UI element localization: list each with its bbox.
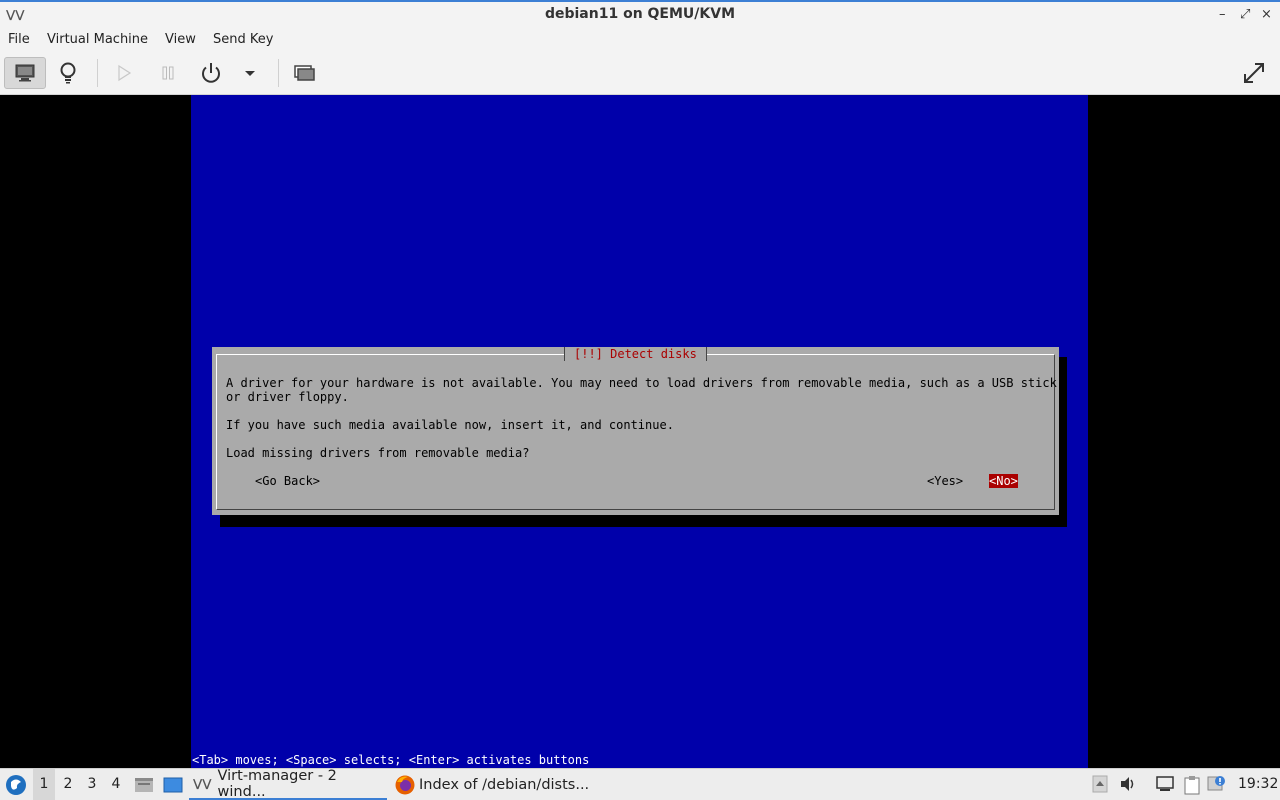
shutdown-button[interactable] <box>196 57 226 89</box>
workspace-2[interactable]: 2 <box>57 769 79 800</box>
show-desktop-button[interactable] <box>161 769 185 800</box>
menu-file[interactable]: File <box>8 32 30 47</box>
clipboard-icon <box>1184 776 1200 795</box>
task-virt-manager[interactable]: ⋁⋁ Virt-manager - 2 wind... <box>189 767 387 800</box>
no-button[interactable]: <No> <box>989 474 1018 488</box>
toolbar-separator <box>97 59 98 87</box>
pause-button[interactable] <box>154 57 182 89</box>
menu-view[interactable]: View <box>165 32 196 47</box>
keyboard-hint: <Tab> moves; <Space> selects; <Enter> ac… <box>192 753 590 767</box>
console-view-button[interactable] <box>4 57 46 89</box>
detect-disks-dialog: [!!] Detect disks A driver for your hard… <box>212 347 1064 515</box>
desktop-icon <box>163 777 183 792</box>
updates-button[interactable] <box>1207 775 1227 797</box>
volume-button[interactable] <box>1119 775 1137 797</box>
firefox-icon <box>395 775 415 794</box>
snapshots-icon <box>294 65 315 81</box>
dialog-text-line: A driver for your hardware is not availa… <box>226 376 1065 390</box>
task-firefox[interactable]: Index of /debian/dists... <box>392 769 592 800</box>
play-icon <box>118 64 132 82</box>
go-back-button[interactable]: <Go Back> <box>255 474 320 488</box>
task-label: Virt-manager - 2 wind... <box>217 767 337 800</box>
taskbar: 1 2 3 4 ⋁⋁ Virt-manager - 2 wind... Inde… <box>0 768 1280 800</box>
clock[interactable]: 19:32 <box>1238 776 1278 792</box>
arrow-up-icon <box>1092 775 1108 793</box>
window-title: debian11 on QEMU/KVM <box>544 6 736 22</box>
pause-icon <box>162 66 174 80</box>
monitor-icon <box>15 64 35 82</box>
close-button[interactable]: × <box>1261 7 1272 22</box>
lxqt-logo-icon <box>6 774 26 795</box>
fullscreen-button[interactable] <box>1238 57 1270 89</box>
workspace-3[interactable]: 3 <box>81 769 103 800</box>
workspace-4[interactable]: 4 <box>105 769 127 800</box>
menu-send-key[interactable]: Send Key <box>213 32 273 47</box>
toolbar-separator <box>278 59 279 87</box>
clipboard-button[interactable] <box>1183 775 1201 799</box>
toolbar <box>0 53 1280 95</box>
network-icon <box>1156 776 1174 791</box>
file-manager-launcher[interactable] <box>133 769 155 800</box>
dialog-title: [!!] Detect disks <box>564 347 707 361</box>
start-menu-button[interactable] <box>4 769 28 800</box>
yes-button[interactable]: <Yes> <box>927 474 963 488</box>
maximize-button[interactable]: ⤢ <box>1240 7 1250 22</box>
tray-expand-button[interactable] <box>1092 775 1108 797</box>
snapshots-button[interactable] <box>290 57 318 89</box>
minimize-button[interactable]: – <box>1219 7 1226 22</box>
power-icon <box>202 63 220 83</box>
virt-manager-icon: ⋁⋁ <box>193 777 212 790</box>
folder-icon <box>135 777 153 792</box>
task-label: Index of /debian/dists... <box>419 776 590 793</box>
menu-bar: File Virtual Machine View Send Key <box>0 29 1280 53</box>
vm-console-display[interactable]: [!!] Detect disks A driver for your hard… <box>191 95 1088 768</box>
details-view-button[interactable] <box>52 57 84 89</box>
menu-virtual-machine[interactable]: Virtual Machine <box>47 32 148 47</box>
window-titlebar: ⋁⋁ debian11 on QEMU/KVM – ⤢ × <box>0 0 1280 29</box>
chevron-down-icon <box>245 71 255 76</box>
workspace-1[interactable]: 1 <box>33 769 55 800</box>
dialog-text-line: or driver floppy. <box>226 390 349 404</box>
dialog-question: Load missing drivers from removable medi… <box>226 446 530 460</box>
updates-icon <box>1207 776 1225 791</box>
shutdown-menu-button[interactable] <box>238 57 262 89</box>
fullscreen-icon <box>1244 63 1264 83</box>
speaker-icon <box>1121 777 1134 791</box>
dialog-text-line: If you have such media available now, in… <box>226 418 674 432</box>
run-button[interactable] <box>110 57 138 89</box>
lightbulb-icon <box>60 62 76 84</box>
network-button[interactable] <box>1155 775 1175 797</box>
